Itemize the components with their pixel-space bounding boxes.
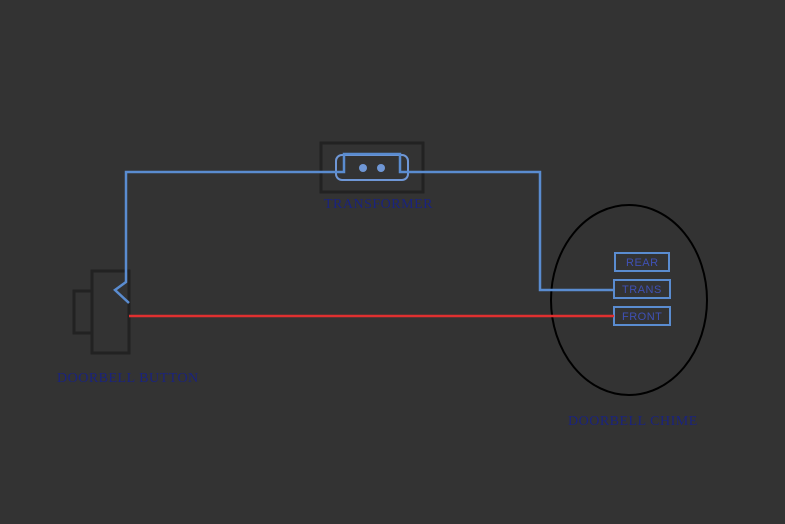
blue-wire <box>115 154 614 303</box>
trans-terminal-label: TRANS <box>622 284 662 296</box>
transformer-icon <box>321 143 423 192</box>
doorbell-button-icon <box>74 271 129 353</box>
front-terminal-label: FRONT <box>622 311 662 323</box>
doorbell-chime-label: DOORBELL CHIME <box>568 414 698 430</box>
wiring-diagram <box>0 0 785 524</box>
doorbell-button-label: DOORBELL BUTTON <box>57 371 199 387</box>
doorbell-chime-icon <box>551 205 707 395</box>
rear-terminal-label: REAR <box>626 257 659 269</box>
transformer-label: TRANSFORMER <box>324 197 433 213</box>
